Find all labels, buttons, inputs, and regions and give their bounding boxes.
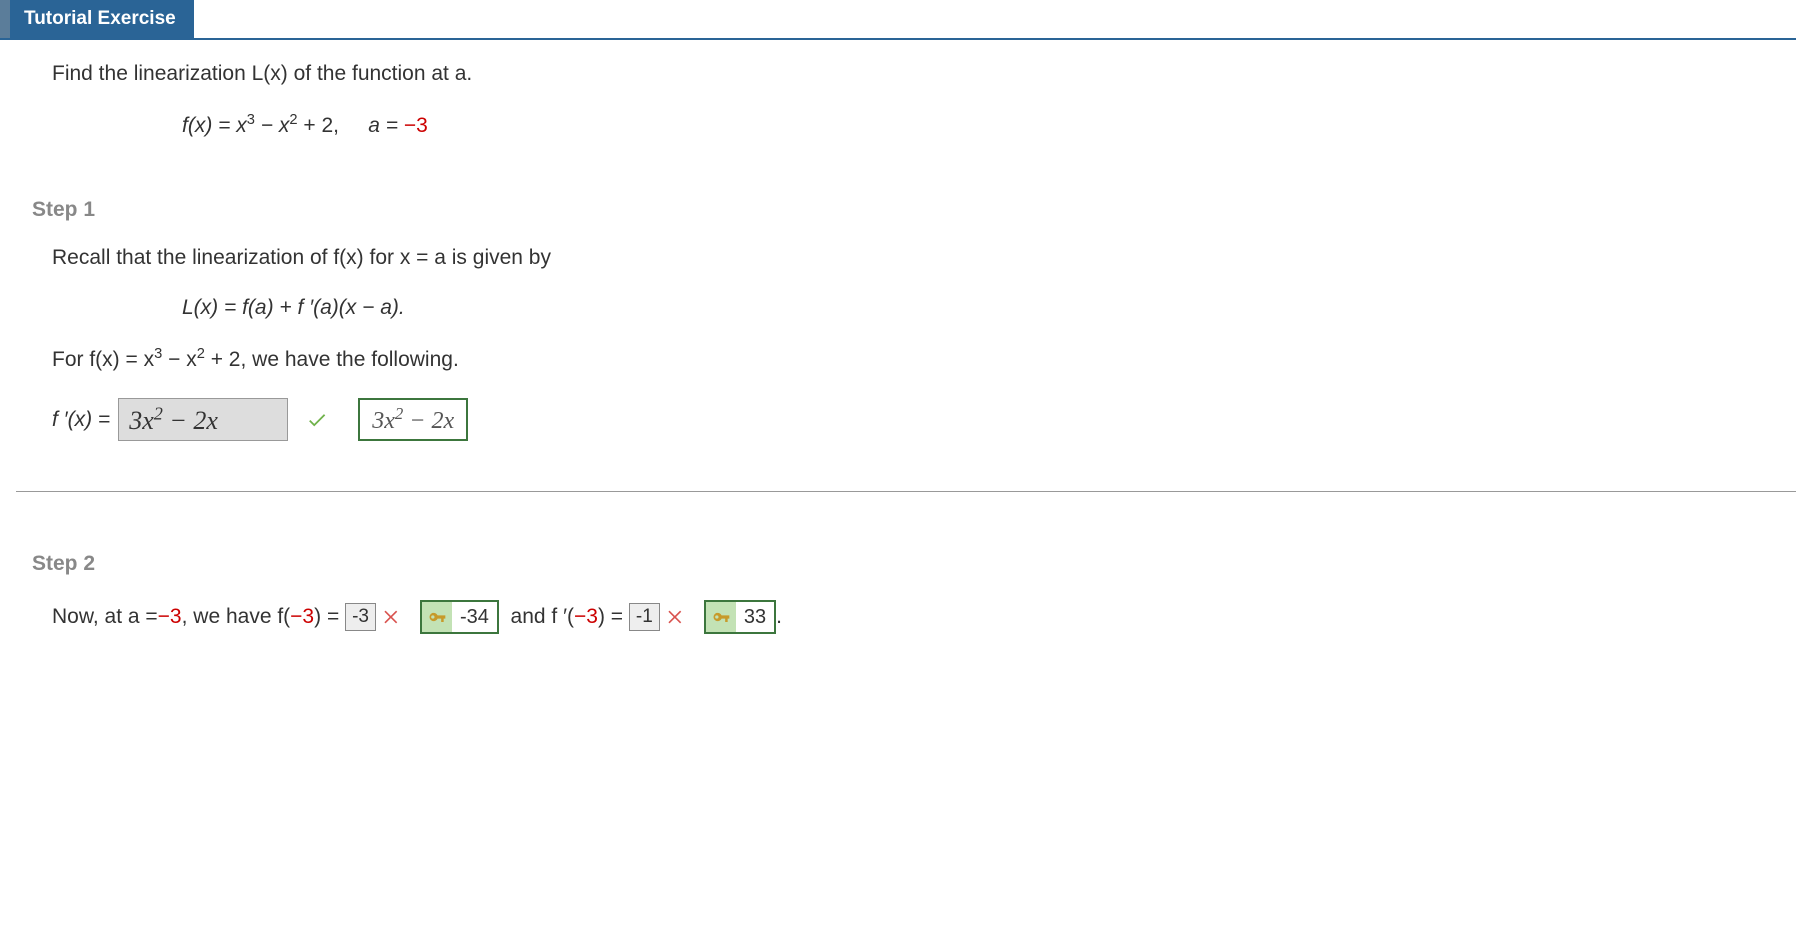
f-arg-1: −3	[290, 605, 314, 629]
derivative-user-answer: 3x2 − 2x	[129, 406, 218, 435]
derivative-correct-answer: 3x2 − 2x	[358, 398, 468, 441]
now-text-1: Now, at a =	[52, 605, 158, 629]
exp-3: 3	[247, 112, 255, 128]
x-icon	[382, 607, 402, 627]
exp-2: 2	[289, 112, 297, 128]
x-icon-2	[666, 607, 686, 627]
fprime-label: f ′(x) =	[52, 408, 110, 432]
problem-equation: f(x) = x3 − x2 + 2, a = −3	[182, 112, 1796, 138]
step-2-body: Now, at a = −3 , we have f( −3 ) = -3 -3…	[0, 600, 1796, 634]
recall-text: Recall that the linearization of f(x) fo…	[52, 246, 1796, 270]
func-part-2: − x	[255, 114, 289, 137]
problem-statement: Find the linearization L(x) of the funct…	[0, 62, 1796, 138]
fprime-row: f ′(x) = 3x2 − 2x 3x2 − 2x	[52, 398, 1796, 441]
and-text-1: and f ′(	[511, 605, 574, 629]
for-fx-3: + 2, we have the following.	[205, 348, 459, 371]
section-header: Tutorial Exercise	[0, 0, 1796, 40]
prompt-text: Find the linearization L(x) of the funct…	[52, 62, 1796, 86]
fpa-input[interactable]: -1	[629, 603, 660, 631]
fa-correct-box: -34	[420, 600, 499, 634]
recall-sentence: Recall that the linearization of f(x) fo…	[52, 246, 551, 269]
a-val-step2: −3	[158, 605, 182, 629]
now-text-2: , we have f(	[182, 605, 291, 629]
period: .	[776, 605, 782, 629]
linearization-formula: L(x) = f(a) + f ′(a)(x − a).	[182, 296, 1796, 320]
func-part-3: + 2,	[298, 114, 339, 137]
a-value: −3	[404, 114, 428, 137]
check-icon	[306, 409, 328, 431]
now-text-3: ) =	[314, 605, 339, 629]
fprime-arg: −3	[574, 605, 598, 629]
fa-correct-value: -34	[452, 604, 497, 631]
derivative-input[interactable]: 3x2 − 2x	[118, 398, 288, 441]
header-accent	[0, 0, 10, 38]
key-icon-2	[706, 602, 736, 632]
for-fx-line: For f(x) = x3 − x2 + 2, we have the foll…	[52, 346, 1796, 372]
for-exp2: 2	[197, 346, 205, 362]
and-text-2: ) =	[598, 605, 623, 629]
fpa-correct-box: 33	[704, 600, 776, 634]
fpa-correct-value: 33	[736, 604, 774, 631]
step-1-body: Recall that the linearization of f(x) fo…	[0, 246, 1796, 441]
fa-input[interactable]: -3	[345, 603, 376, 631]
for-fx-2: − x	[162, 348, 196, 371]
func-part-1: f(x) = x	[182, 114, 247, 137]
step-1-heading: Step 1	[32, 198, 1796, 222]
a-equals: a =	[368, 114, 404, 137]
step-2-heading: Step 2	[32, 552, 1796, 576]
header-title: Tutorial Exercise	[10, 0, 194, 38]
key-icon	[422, 602, 452, 632]
for-fx-1: For f(x) = x	[52, 348, 154, 371]
step-2-row: Now, at a = −3 , we have f( −3 ) = -3 -3…	[52, 600, 1796, 634]
divider	[16, 491, 1796, 492]
